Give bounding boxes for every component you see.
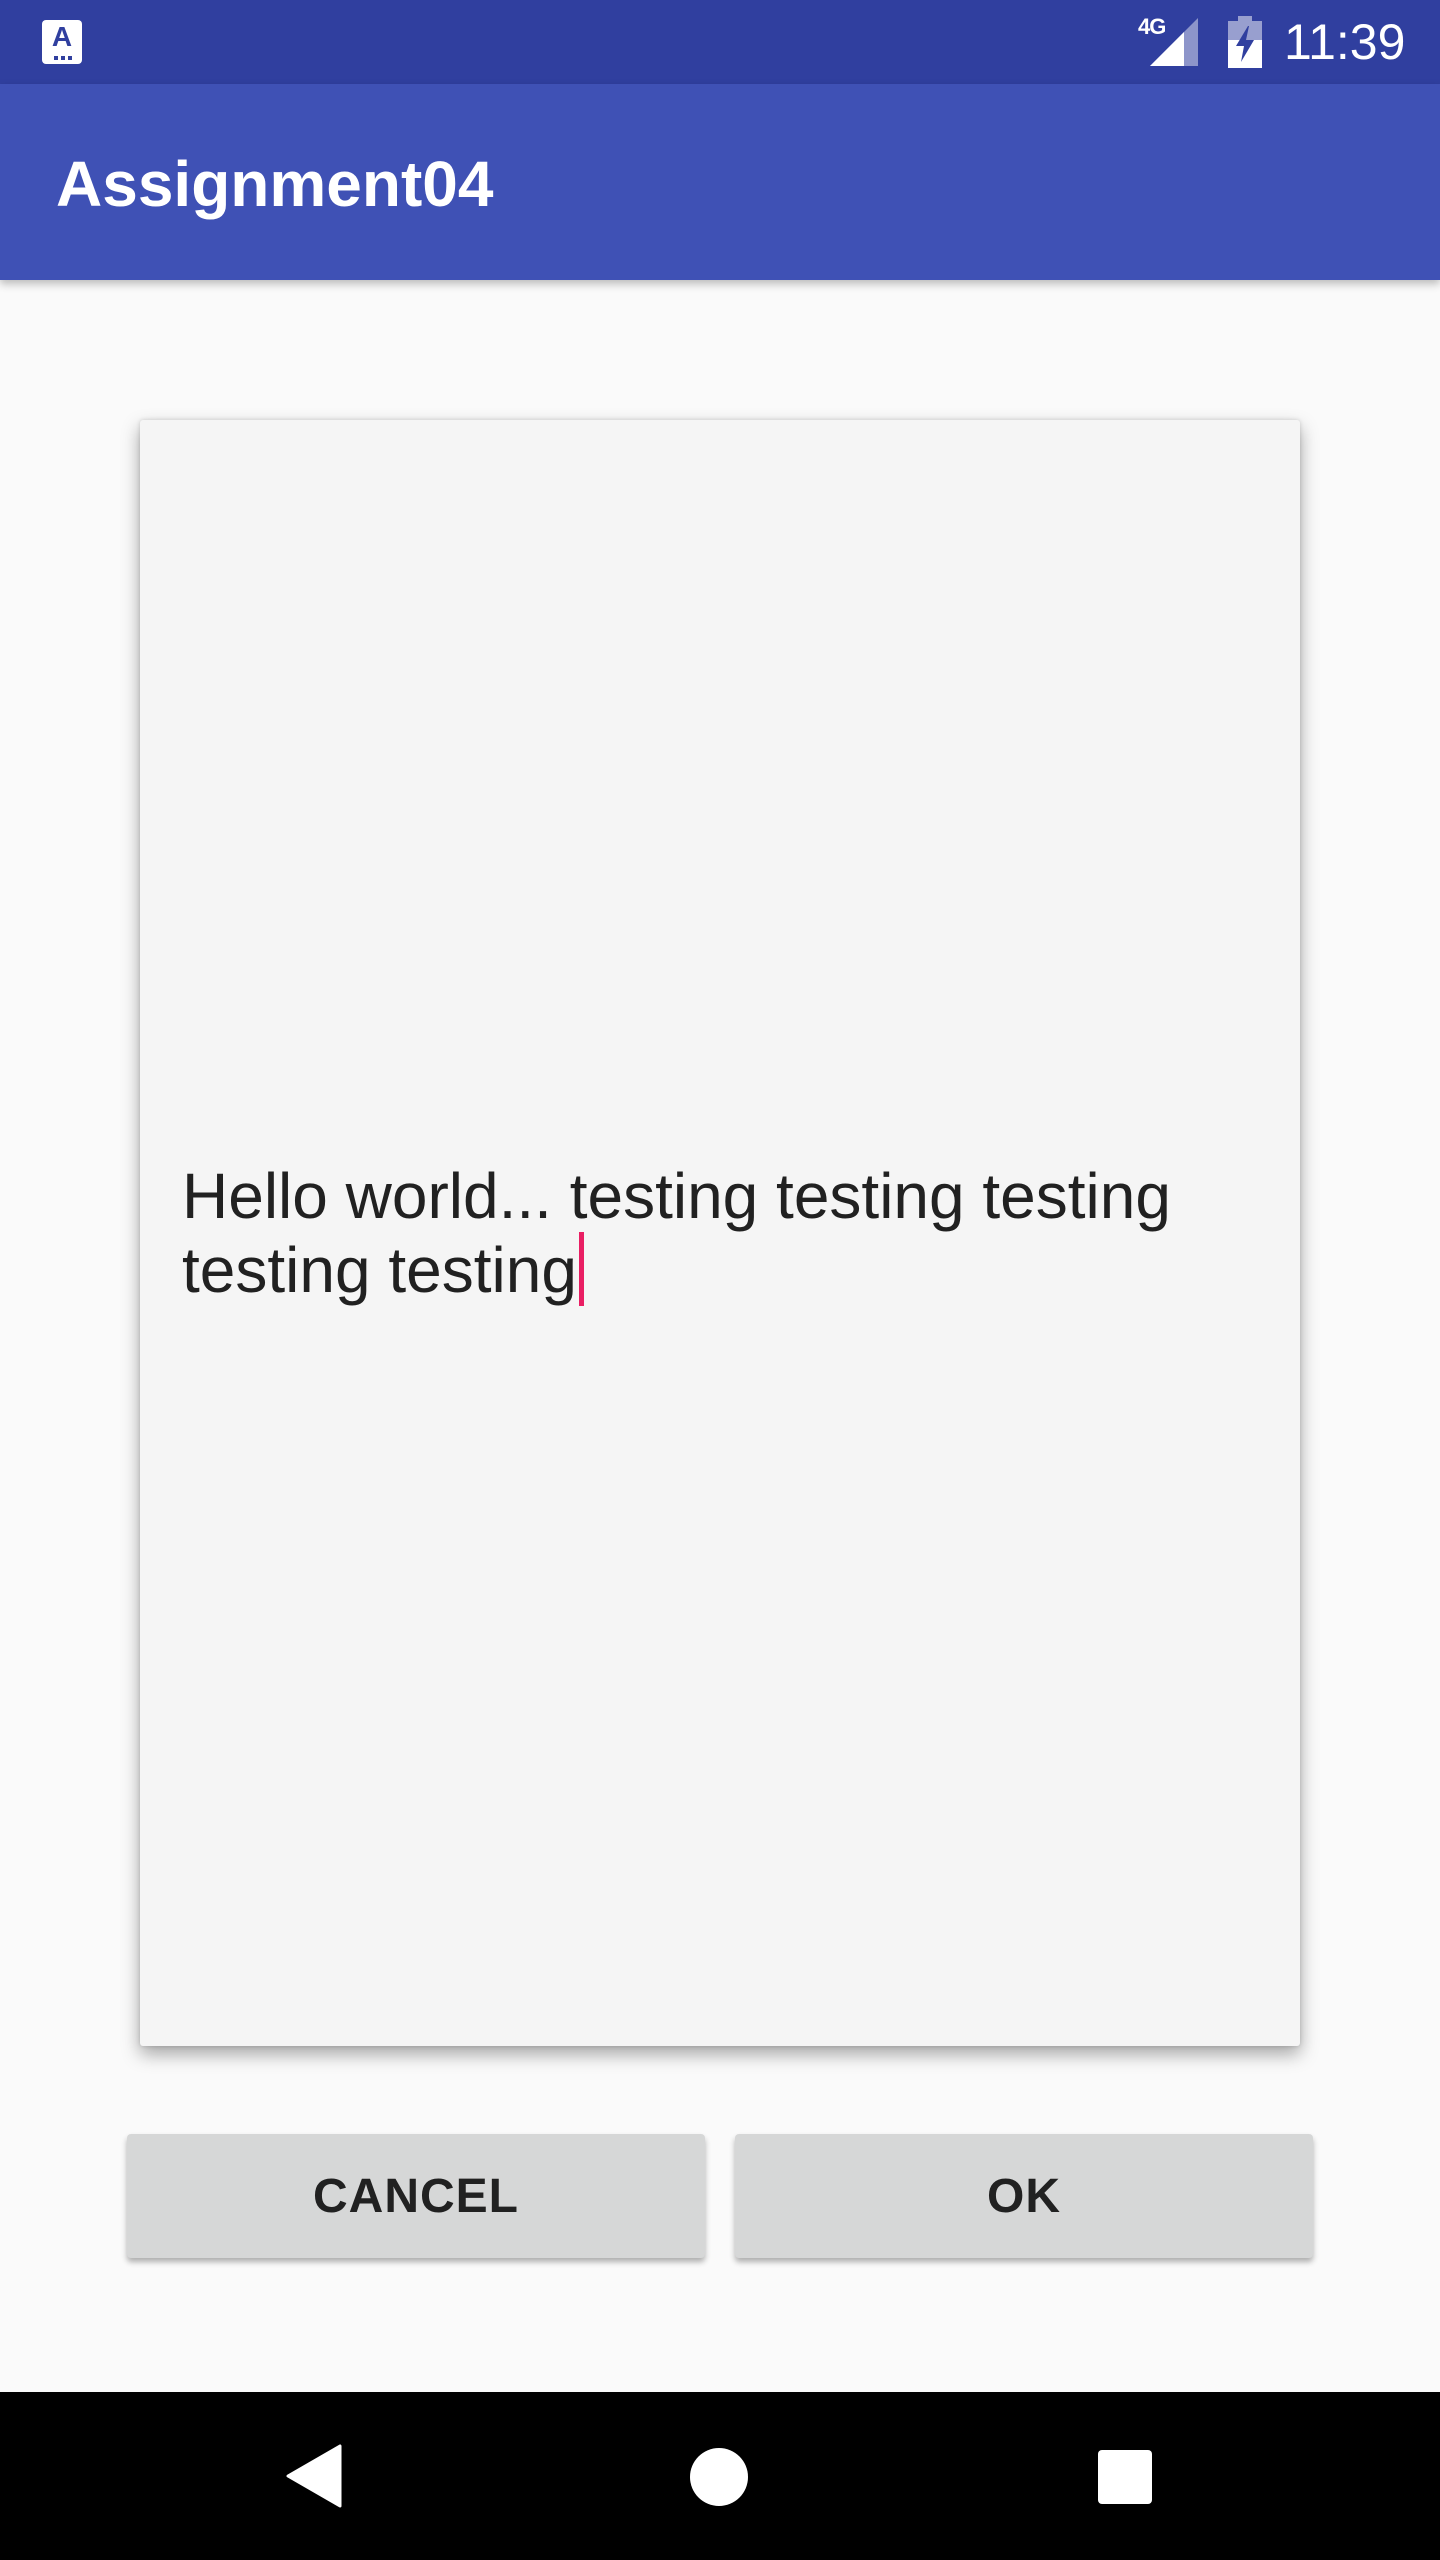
screen: A 4G 11:39 Assignment04 Hello world... t… bbox=[0, 0, 1440, 2560]
ok-button[interactable]: OK bbox=[735, 2134, 1313, 2258]
home-icon[interactable] bbox=[690, 2448, 748, 2506]
app-title: Assignment04 bbox=[56, 148, 494, 220]
recents-icon[interactable] bbox=[1098, 2450, 1152, 2504]
status-time: 11:39 bbox=[1284, 14, 1406, 70]
app-icon-letter: A bbox=[51, 21, 73, 52]
app-bar: Assignment04 bbox=[0, 84, 1440, 280]
battery-charging-icon bbox=[1228, 16, 1262, 68]
accessibility-app-icon: A bbox=[42, 20, 82, 64]
cellular-signal-icon: 4G bbox=[1138, 14, 1200, 66]
status-bar: A 4G 11:39 bbox=[0, 0, 1440, 84]
text-editor[interactable]: Hello world... testing testing testing t… bbox=[182, 1160, 1272, 1306]
text-editor-card[interactable]: Hello world... testing testing testing t… bbox=[140, 420, 1300, 2046]
navigation-bar bbox=[0, 2392, 1440, 2560]
text-cursor bbox=[578, 1232, 584, 1306]
editor-text: Hello world... testing testing testing t… bbox=[182, 1160, 1189, 1306]
back-icon[interactable] bbox=[286, 2444, 342, 2508]
cancel-button[interactable]: CANCEL bbox=[127, 2134, 705, 2258]
